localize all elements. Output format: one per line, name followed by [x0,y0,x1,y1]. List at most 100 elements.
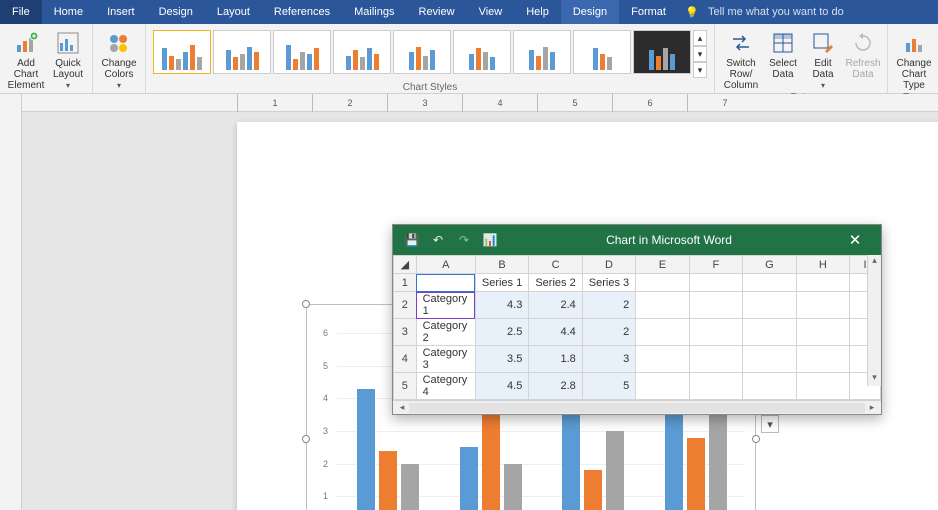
select-all-cell[interactable]: ◢ [394,256,417,274]
col-header[interactable]: D [582,256,635,274]
chart-style-thumb[interactable] [633,30,691,74]
cell[interactable]: Series 1 [475,274,528,292]
cell[interactable] [416,274,475,292]
excel-hscrollbar[interactable]: ◂ ▸ [393,400,881,414]
change-colors-button[interactable]: Change Colors ▾ [97,27,141,90]
chart-icon[interactable]: 📊 [477,233,503,247]
switch-icon [726,29,756,57]
chart-style-thumb[interactable] [153,30,211,74]
chart-style-thumb[interactable] [393,30,451,74]
col-header[interactable]: A [416,256,475,274]
change-colors-icon [104,29,134,57]
menu-insert[interactable]: Insert [95,0,147,24]
menu-chart-format[interactable]: Format [619,0,678,24]
chart-style-thumb[interactable] [213,30,271,74]
menu-review[interactable]: Review [407,0,467,24]
switch-row-column-button[interactable]: Switch Row/ Column [719,27,763,91]
close-button[interactable]: ✕ [835,231,875,249]
chart-data-window[interactable]: 💾 ↶ ↷ 📊 Chart in Microsoft Word ✕ ◢ A B … [392,224,882,415]
chart-style-thumb[interactable] [513,30,571,74]
chevron-down-icon: ▾ [66,81,70,90]
quick-layout-icon [53,29,83,57]
undo-icon[interactable]: ↶ [425,233,451,247]
excel-window-title: Chart in Microsoft Word [503,233,835,247]
change-chart-type-icon [899,29,929,57]
add-chart-element-button[interactable]: Add Chart Element ▾ [4,27,48,101]
chart-bar[interactable] [584,470,602,510]
chevron-up-icon: ▴ [693,30,707,46]
menu-layout[interactable]: Layout [205,0,262,24]
funnel-icon: ▾ [767,418,773,431]
chart-style-thumb[interactable] [453,30,511,74]
cell[interactable]: 4.3 [475,292,528,319]
excel-vscrollbar[interactable]: ▴▾ [867,255,881,386]
refresh-icon [848,29,878,57]
change-chart-type-button[interactable]: Change Chart Type [892,27,936,91]
col-header[interactable]: H [796,256,849,274]
chevron-down-icon: ▾ [872,372,877,386]
select-data-icon [768,29,798,57]
menu-help[interactable]: Help [514,0,561,24]
menu-file[interactable]: File [0,0,42,24]
excel-sheet[interactable]: ◢ A B C D E F G H I 1 [393,255,881,400]
col-header[interactable]: G [743,256,796,274]
select-data-button[interactable]: Select Data [763,27,803,91]
chevron-left-icon[interactable]: ◂ [395,402,409,413]
col-header[interactable]: E [636,256,689,274]
chart-bar[interactable] [504,464,522,510]
ribbon: Add Chart Element ▾ Quick Layout ▾ Chart… [0,24,938,94]
horizontal-ruler: 1 2 3 4 5 6 7 [22,94,938,112]
add-chart-element-label: Add Chart Element [4,58,48,91]
col-header[interactable]: F [689,256,742,274]
chart-filter-button[interactable]: ▾ [761,415,779,433]
chart-bar[interactable] [401,464,419,510]
edit-data-icon [808,29,838,57]
save-icon[interactable]: 💾 [399,233,425,247]
col-header[interactable]: B [475,256,528,274]
menubar: File Home Insert Design Layout Reference… [0,0,938,24]
chart-style-thumb[interactable] [573,30,631,74]
cell[interactable]: 2.4 [529,292,582,319]
lightbulb-icon: 💡 [684,6,700,19]
menu-design[interactable]: Design [147,0,205,24]
menu-chart-design[interactable]: Design [561,0,619,24]
cell[interactable]: Series 3 [582,274,635,292]
resize-handle[interactable] [752,435,760,443]
chart-style-thumb[interactable] [273,30,331,74]
resize-handle[interactable] [302,435,310,443]
menu-home[interactable]: Home [42,0,95,24]
cell[interactable]: Series 2 [529,274,582,292]
cell[interactable]: 2 [582,292,635,319]
tell-me-search[interactable]: Tell me what you want to do [700,6,852,18]
more-icon: ▾ [693,62,707,78]
quick-layout-button[interactable]: Quick Layout ▾ [48,27,88,101]
add-chart-element-icon [11,29,41,57]
chart-bar[interactable] [606,431,624,510]
chart-bar[interactable] [357,389,375,510]
vertical-ruler [0,94,22,510]
chart-bar[interactable] [460,447,478,510]
chevron-down-icon: ▾ [821,81,825,90]
chart-bar[interactable] [562,415,580,510]
group-chart-layouts: Add Chart Element ▾ Quick Layout ▾ Chart… [0,24,93,93]
chart-bar[interactable] [687,438,705,510]
cell[interactable]: Category 1 [416,292,475,319]
chevron-down-icon: ▾ [693,46,707,62]
resize-handle[interactable] [302,300,310,308]
chart-style-thumb[interactable] [333,30,391,74]
menu-view[interactable]: View [467,0,515,24]
group-data: Switch Row/ Column Select Data Edit Data… [715,24,888,93]
col-header[interactable]: C [529,256,582,274]
gallery-nav[interactable]: ▴▾▾ [693,30,707,78]
menu-references[interactable]: References [262,0,342,24]
excel-titlebar[interactable]: 💾 ↶ ↷ 📊 Chart in Microsoft Word ✕ [393,225,881,255]
chevron-up-icon: ▴ [872,255,877,269]
edit-data-button[interactable]: Edit Data ▾ [803,27,843,91]
chevron-right-icon[interactable]: ▸ [865,402,879,413]
chevron-down-icon: ▾ [117,81,121,90]
redo-icon[interactable]: ↷ [451,233,477,247]
group-chart-styles: ▴▾▾ Chart Styles [146,24,715,93]
chart-bar[interactable] [379,451,397,510]
refresh-data-button[interactable]: Refresh Data [843,27,883,91]
menu-mailings[interactable]: Mailings [342,0,406,24]
